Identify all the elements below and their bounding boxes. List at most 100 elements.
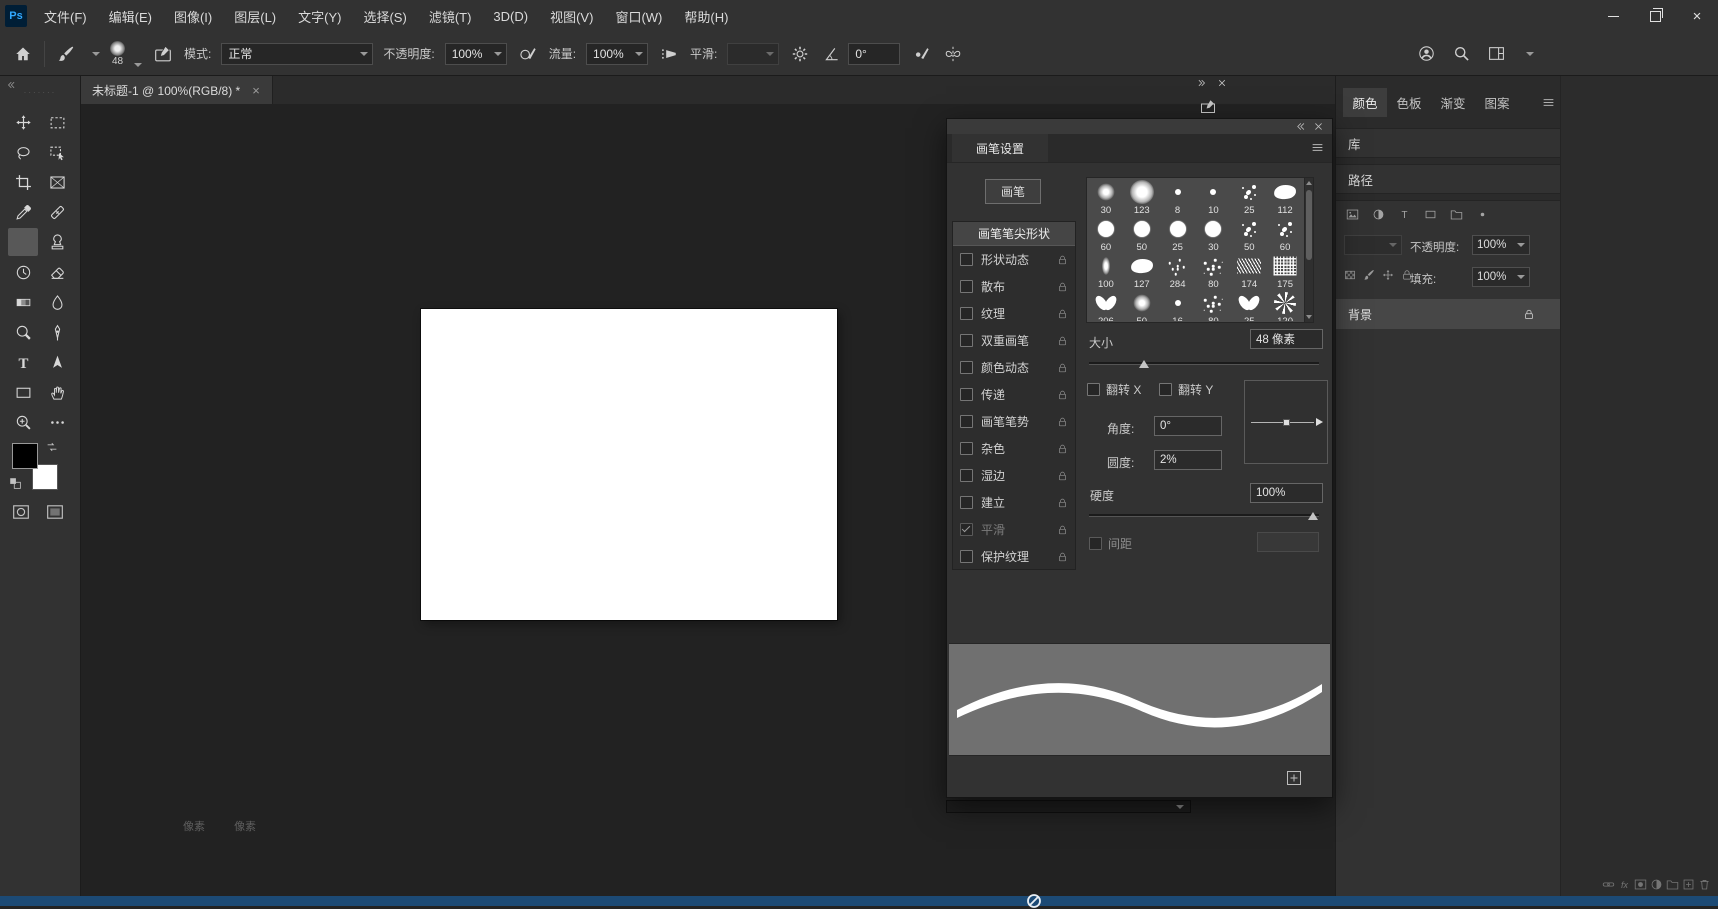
brush-option-散布[interactable]: 散布: [953, 273, 1075, 300]
path-selection-tool[interactable]: [42, 348, 72, 376]
roundness-input[interactable]: 2%: [1154, 450, 1222, 470]
dodge-tool[interactable]: [8, 318, 38, 346]
brush-preset[interactable]: 50: [1231, 216, 1267, 253]
fx-icon[interactable]: fx: [1618, 878, 1631, 891]
panel-menu-icon[interactable]: [1311, 141, 1324, 154]
type-tool[interactable]: T: [8, 348, 38, 376]
eyedropper-tool[interactable]: [8, 198, 38, 226]
lock-icon[interactable]: [1057, 416, 1068, 428]
brush-option-建立[interactable]: 建立: [953, 489, 1075, 516]
move-tool[interactable]: [8, 108, 38, 136]
lock-icon[interactable]: [1057, 470, 1068, 482]
brush-preset[interactable]: 25: [1231, 290, 1267, 321]
brush-option-纹理[interactable]: 纹理: [953, 300, 1075, 327]
clone-stamp-tool[interactable]: [42, 228, 72, 256]
angle-input[interactable]: 0°: [1154, 416, 1222, 436]
scroll-down-icon[interactable]: [1306, 315, 1312, 319]
search-icon[interactable]: [1451, 43, 1473, 65]
preset-scrollbar[interactable]: [1304, 178, 1313, 322]
scroll-up-icon[interactable]: [1306, 181, 1312, 185]
brush-angle-input[interactable]: 0°: [848, 43, 900, 65]
hardness-input[interactable]: 100%: [1250, 483, 1323, 503]
lock-icon[interactable]: [1057, 335, 1068, 347]
gear-icon[interactable]: [789, 43, 811, 65]
brush-option-湿边[interactable]: 湿边: [953, 462, 1075, 489]
checkbox[interactable]: [960, 523, 973, 536]
pressure-size-icon[interactable]: [910, 43, 932, 65]
screen-mode-icon[interactable]: [45, 503, 65, 521]
menu-item[interactable]: 视图(V): [539, 0, 604, 32]
panel-titlebar[interactable]: [947, 119, 1332, 135]
brush-tool-icon[interactable]: [55, 43, 77, 65]
scrollbar-thumb[interactable]: [1306, 190, 1312, 260]
checkbox[interactable]: [960, 496, 973, 509]
link-icon[interactable]: [1602, 878, 1615, 891]
layer-blend-mode-select[interactable]: [1344, 235, 1402, 255]
chevron-down-icon[interactable]: [1526, 52, 1534, 56]
brush-option-画笔笔势[interactable]: 画笔笔势: [953, 408, 1075, 435]
brush-preset[interactable]: 80: [1195, 253, 1231, 290]
brushes-panel-icon[interactable]: [1197, 96, 1219, 118]
brush-tool[interactable]: [8, 228, 38, 256]
brush-preset[interactable]: 100: [1088, 253, 1124, 290]
checkbox[interactable]: [960, 307, 973, 320]
brush-preset[interactable]: 120: [1267, 290, 1303, 321]
brush-option-形状动态[interactable]: 形状动态: [953, 246, 1075, 273]
collapse-icon[interactable]: [1295, 121, 1306, 132]
brush-preset[interactable]: 174: [1231, 253, 1267, 290]
lock-icon[interactable]: [1057, 389, 1068, 401]
eraser-tool[interactable]: [42, 258, 72, 286]
smoothing-select[interactable]: [727, 43, 779, 65]
tip-angle-arrow-icon[interactable]: [1316, 418, 1323, 426]
brush-preset[interactable]: 25: [1231, 179, 1267, 216]
collapsed-strip[interactable]: [946, 800, 1191, 813]
crop-tool[interactable]: [8, 168, 38, 196]
brush-option-传递[interactable]: 传递: [953, 381, 1075, 408]
brush-preset[interactable]: 16: [1160, 290, 1196, 321]
layer-opacity-select[interactable]: 100%: [1472, 235, 1530, 255]
lock-icon[interactable]: [1057, 362, 1068, 374]
brush-preset[interactable]: 50: [1124, 216, 1160, 253]
brush-preset[interactable]: 127: [1124, 253, 1160, 290]
menu-item[interactable]: 帮助(H): [673, 0, 739, 32]
brush-option-杂色[interactable]: 杂色: [953, 435, 1075, 462]
layer-row-background[interactable]: 背景: [1336, 299, 1561, 329]
brush-preset[interactable]: 8: [1160, 179, 1196, 216]
brush-preset[interactable]: 60: [1267, 216, 1303, 253]
lock-icon[interactable]: [1057, 308, 1068, 320]
libraries-panel-header[interactable]: 库: [1336, 128, 1561, 158]
lock-icon[interactable]: [1057, 551, 1068, 563]
foreground-color-swatch[interactable]: [12, 443, 38, 469]
dock-tab-颜色[interactable]: 颜色: [1343, 88, 1387, 117]
object-selection-tool[interactable]: [42, 138, 72, 166]
brush-preset[interactable]: 50: [1124, 290, 1160, 321]
home-icon[interactable]: [12, 43, 34, 65]
image-icon[interactable]: [1346, 208, 1359, 221]
brush-preset[interactable]: 10: [1195, 179, 1231, 216]
shape-filter-icon[interactable]: [1424, 208, 1437, 221]
history-brush-tool[interactable]: [8, 258, 38, 286]
menu-item[interactable]: 滤镜(T): [418, 0, 483, 32]
swap-colors-icon[interactable]: [44, 440, 60, 454]
checkbox[interactable]: [960, 280, 973, 293]
chevron-down-icon[interactable]: [1176, 805, 1184, 809]
checkbox[interactable]: [1089, 537, 1102, 550]
tip-angle-preview[interactable]: [1244, 380, 1328, 464]
dot-icon[interactable]: [1476, 208, 1489, 221]
default-colors-icon[interactable]: [9, 477, 22, 490]
chevron-down-icon[interactable]: [92, 52, 100, 56]
pressure-opacity-icon[interactable]: [517, 43, 539, 65]
menu-item[interactable]: 窗口(W): [604, 0, 673, 32]
marquee-tool[interactable]: [42, 108, 72, 136]
size-input[interactable]: 48 像素: [1250, 329, 1323, 349]
document-canvas[interactable]: [421, 309, 837, 620]
tip-center-node[interactable]: [1283, 419, 1290, 426]
checker-icon[interactable]: [1344, 269, 1356, 281]
folder-icon[interactable]: [1450, 208, 1463, 221]
brush-preset[interactable]: 60: [1088, 216, 1124, 253]
slider-thumb[interactable]: [1139, 360, 1149, 368]
brush-preset[interactable]: 25: [1160, 216, 1196, 253]
edit-toolbar[interactable]: [42, 408, 72, 436]
taskbar-app-icon[interactable]: [1026, 893, 1042, 909]
type-filter-icon[interactable]: T: [1398, 208, 1411, 221]
